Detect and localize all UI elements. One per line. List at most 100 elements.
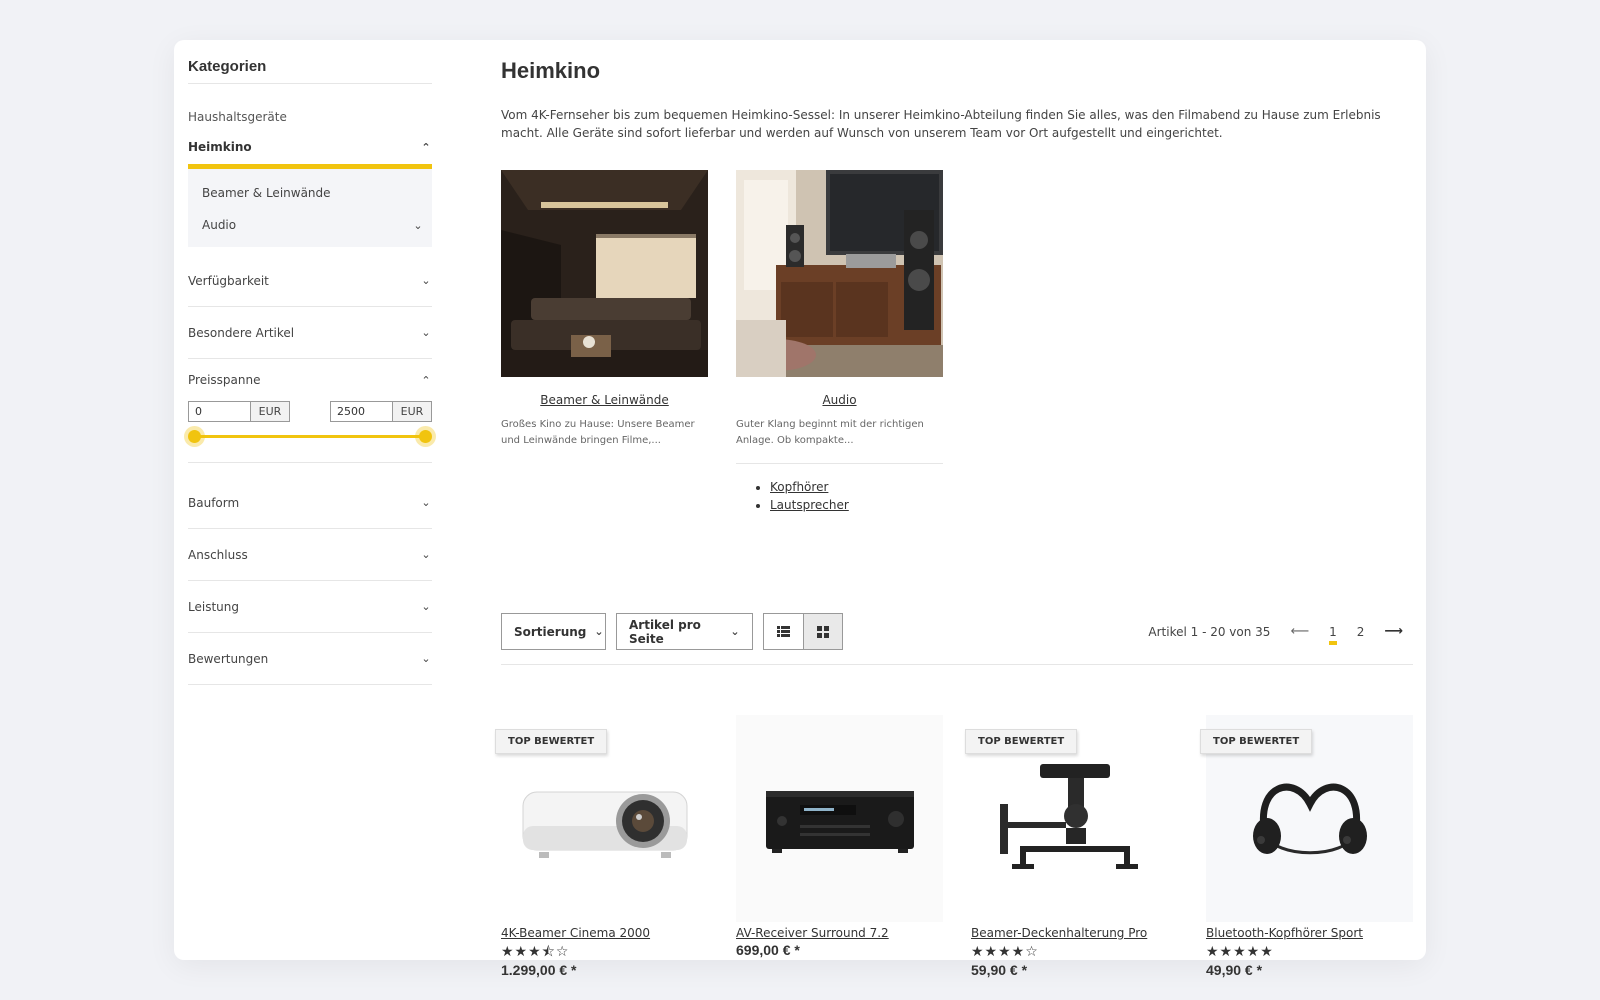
product-card[interactable]: TOP BEWERTET Beamer-Deckenhalterung Pro … [965, 715, 1178, 978]
page-link-current[interactable]: 1 [1329, 625, 1337, 645]
content-card: Kategorien Haushaltsgeräte Heimkino ⌃ Be… [174, 40, 1426, 978]
filter-label: Verfügbarkeit [188, 273, 269, 288]
price-max-input[interactable] [331, 402, 393, 421]
product-image-av-receiver[interactable] [736, 715, 943, 922]
filter-preisspanne[interactable]: Preisspanne ⌃ [188, 359, 432, 401]
category-description: Großes Kino zu Hause: Unsere Beamer und … [501, 419, 695, 446]
product-image-projector[interactable]: TOP BEWERTET [495, 715, 708, 922]
chevron-down-icon: ⌄ [421, 600, 431, 613]
chevron-up-icon[interactable]: ⌃ [420, 142, 432, 153]
category-heimkino[interactable]: Heimkino ⌃ [188, 140, 432, 169]
category-image-audio[interactable] [736, 170, 943, 377]
product-card[interactable]: AV-Receiver Surround 7.2 699,00 € * [736, 715, 943, 978]
arrow-right-icon[interactable]: ⟶ [1384, 624, 1403, 639]
audio-subcategory-list: Kopfhörer Lautsprecher [736, 463, 943, 514]
chevron-down-icon: ⌄ [421, 548, 431, 561]
filter-label: Bewertungen [188, 651, 269, 666]
chevron-down-icon: ⌄ [421, 274, 431, 287]
subcategory-label: Beamer & Leinwände [202, 186, 331, 200]
slider-track [194, 435, 426, 438]
subcategory-link-kopfhoerer[interactable]: Kopfhörer [770, 480, 828, 494]
filter-besondere-artikel[interactable]: Besondere Artikel ⌄ [188, 307, 432, 359]
page-link[interactable]: 2 [1357, 625, 1365, 639]
chevron-down-icon: ⌄ [421, 326, 431, 339]
chevron-down-icon[interactable]: ⌄ [412, 220, 424, 231]
currency-label: EUR [393, 402, 431, 421]
sidebar-title: Kategorien [188, 58, 432, 84]
filter-bauform[interactable]: Bauform ⌄ [188, 477, 432, 529]
currency-label: EUR [251, 402, 289, 421]
top-rated-badge: TOP BEWERTET [495, 729, 608, 754]
category-link-beamer[interactable]: Beamer & Leinwände [501, 393, 708, 407]
product-image-ceiling-mount[interactable]: TOP BEWERTET [965, 715, 1178, 922]
price-inputs: EUR EUR [188, 401, 432, 422]
category-card-audio: Audio Guter Klang beginnt mit der richti… [736, 170, 943, 514]
rating-stars: ★★★⯪☆ [501, 944, 570, 960]
category-description: Guter Klang beginnt mit der richtigen An… [736, 419, 924, 446]
subcategory-list: Beamer & Leinwände Audio ⌄ [188, 169, 432, 247]
product-price: 1.299,00 € * [501, 962, 577, 978]
top-rated-badge: TOP BEWERTET [965, 729, 1078, 754]
result-count: Artikel 1 - 20 von 35 [1148, 624, 1271, 639]
per-page-dropdown[interactable]: Artikel pro Seite ⌄ [616, 613, 753, 650]
product-card[interactable]: TOP BEWERTET 4K-Beamer Cinema 2000 ★★★⯪☆ [495, 715, 708, 978]
filter-leistung[interactable]: Leistung ⌄ [188, 581, 432, 633]
list-item: Kopfhörer [770, 478, 943, 496]
category-cards: Beamer & Leinwände Großes Kino zu Hause:… [501, 170, 1413, 514]
product-name[interactable]: Bluetooth-Kopfhörer Sport [1206, 926, 1413, 940]
product-image-headphones[interactable]: TOP BEWERTET [1200, 715, 1413, 922]
grid-view-icon[interactable] [803, 614, 842, 649]
pagination: Artikel 1 - 20 von 35 ⟵ 1 2 ⟶ [1148, 613, 1403, 650]
subcategory-audio[interactable]: Audio ⌄ [188, 209, 432, 241]
product-card[interactable]: TOP BEWERTET Bluetooth-Kopfhörer Sport ★… [1200, 715, 1413, 978]
category-intro: Vom 4K-Fernseher bis zum bequemen Heimki… [501, 108, 1381, 140]
subcategory-link-lautsprecher[interactable]: Lautsprecher [770, 498, 849, 512]
list-item: Lautsprecher [770, 496, 943, 514]
subcategory-beamer[interactable]: Beamer & Leinwände [188, 177, 432, 209]
rating-stars: ★★★★★ [1206, 944, 1274, 960]
view-toggle [763, 613, 843, 650]
sort-dropdown[interactable]: Sortierung ⌄ [501, 613, 606, 650]
price-min-input[interactable] [189, 402, 251, 421]
price-range-slider[interactable] [188, 426, 432, 463]
slider-min-handle[interactable] [188, 430, 201, 443]
page-title: Heimkino [501, 58, 601, 83]
chevron-down-icon: ⌄ [421, 652, 431, 665]
chevron-down-icon: ⌄ [730, 625, 740, 638]
category-image-home-cinema[interactable] [501, 170, 708, 377]
price-max-field: EUR [330, 401, 432, 422]
price-min-field: EUR [188, 401, 290, 422]
product-price: 59,90 € * [971, 962, 1028, 978]
filter-label: Preisspanne [188, 373, 261, 387]
list-view-icon[interactable] [764, 614, 803, 649]
product-name[interactable]: AV-Receiver Surround 7.2 [736, 926, 943, 940]
subcategory-label: Audio [202, 218, 237, 232]
listing-toolbar: Sortierung ⌄ Artikel pro Seite ⌄ Artikel… [501, 613, 1413, 665]
filter-bewertungen[interactable]: Bewertungen ⌄ [188, 633, 432, 685]
chevron-down-icon: ⌄ [421, 496, 431, 509]
category-link-audio[interactable]: Audio [736, 393, 943, 407]
sidebar: Kategorien Haushaltsgeräte Heimkino ⌃ Be… [188, 58, 432, 685]
product-name[interactable]: 4K-Beamer Cinema 2000 [501, 926, 708, 940]
filter-label: Anschluss [188, 547, 248, 562]
slider-max-handle[interactable] [419, 430, 432, 443]
top-rated-badge: TOP BEWERTET [1200, 729, 1313, 754]
filter-anschluss[interactable]: Anschluss ⌄ [188, 529, 432, 581]
product-price: 49,90 € * [1206, 962, 1263, 978]
product-name[interactable]: Beamer-Deckenhalterung Pro [971, 926, 1178, 940]
per-page-label: Artikel pro Seite [629, 617, 701, 646]
arrow-left-icon[interactable]: ⟵ [1290, 624, 1309, 639]
product-grid: TOP BEWERTET 4K-Beamer Cinema 2000 ★★★⯪☆ [495, 715, 1413, 978]
chevron-down-icon: ⌄ [594, 625, 604, 638]
filter-label: Bauform [188, 495, 240, 510]
filter-label: Besondere Artikel [188, 325, 295, 340]
rating-stars: ★★★★☆ [971, 944, 1039, 960]
filter-verfuegbarkeit[interactable]: Verfügbarkeit ⌄ [188, 255, 432, 307]
chevron-up-icon: ⌃ [421, 373, 431, 387]
product-price: 699,00 € * [736, 942, 800, 958]
main-content: Heimkino Vom 4K-Fernseher bis zum bequem… [495, 58, 1413, 978]
category-link-haushaltsgeraete[interactable]: Haushaltsgeräte [188, 110, 432, 124]
category-card-beamer: Beamer & Leinwände Großes Kino zu Hause:… [501, 170, 708, 514]
category-heimkino-label: Heimkino [188, 140, 252, 154]
filter-label: Leistung [188, 599, 239, 614]
